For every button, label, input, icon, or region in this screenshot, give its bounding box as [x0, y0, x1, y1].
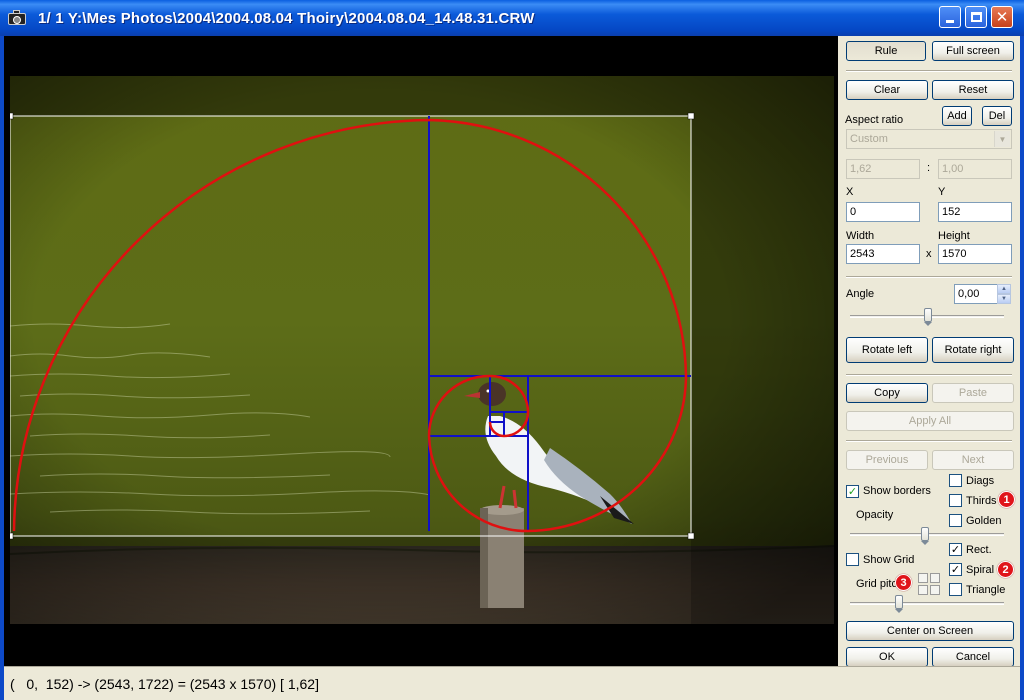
golden-checkbox[interactable] [949, 514, 962, 527]
times-separator: x [926, 248, 932, 260]
golden-label: Golden [966, 515, 1002, 527]
chevron-down-icon: ▼ [994, 131, 1010, 147]
y-field[interactable] [938, 202, 1012, 222]
cancel-button[interactable]: Cancel [932, 647, 1014, 667]
close-button[interactable]: ✕ [991, 6, 1013, 28]
diags-checkbox[interactable] [949, 474, 962, 487]
close-icon: ✕ [995, 7, 1009, 26]
full-screen-button[interactable]: Full screen [932, 41, 1014, 61]
rect-label: Rect. [966, 544, 992, 556]
separator [846, 276, 1012, 278]
photo-canvas[interactable] [10, 76, 834, 624]
crop-settings-panel: Rule Full screen Clear Reset Aspect rati… [838, 36, 1020, 667]
ratio-separator: : [927, 162, 931, 174]
paste-button[interactable]: Paste [932, 383, 1014, 403]
angle-spinner[interactable]: ▲ ▼ [997, 284, 1011, 304]
angle-field[interactable] [954, 284, 998, 304]
separator [846, 440, 1012, 442]
window-frame-right [1020, 36, 1024, 700]
spiral-label: Spiral [966, 564, 995, 576]
show-grid-checkbox[interactable] [846, 553, 859, 566]
show-grid-label: Show Grid [863, 554, 915, 566]
center-on-screen-button[interactable]: Center on Screen [846, 621, 1014, 641]
maximize-button[interactable] [965, 6, 987, 28]
grid-pitch-slider-track[interactable] [850, 602, 1004, 605]
grid-pattern-icon[interactable] [918, 573, 942, 597]
callout-badge-2: 2 [997, 561, 1014, 578]
camera-icon [8, 10, 26, 26]
thirds-label: Thirds [966, 495, 997, 507]
minimize-button[interactable] [939, 6, 961, 28]
separator [846, 70, 1012, 72]
ratio-x-field[interactable] [846, 159, 920, 179]
opacity-label: Opacity [856, 509, 894, 521]
rotate-left-button[interactable]: Rotate left [846, 337, 928, 363]
minimize-icon [946, 20, 954, 23]
vignette [10, 76, 834, 624]
grid-pitch-slider-thumb[interactable] [895, 595, 903, 613]
copy-button[interactable]: Copy [846, 383, 928, 403]
x-field[interactable] [846, 202, 920, 222]
aspect-ratio-value: Custom [850, 133, 888, 145]
del-aspect-button[interactable]: Del [982, 106, 1012, 126]
apply-all-button[interactable]: Apply All [846, 411, 1014, 431]
angle-label: Angle [846, 288, 875, 300]
width-field[interactable] [846, 244, 920, 264]
y-label: Y [938, 186, 946, 198]
triangle-checkbox[interactable] [949, 583, 962, 596]
show-borders-checkbox[interactable]: ✓ [846, 485, 859, 498]
callout-badge-1: 1 [998, 491, 1015, 508]
aspect-ratio-label: Aspect ratio [845, 114, 904, 126]
maximize-icon [970, 12, 982, 22]
title-bar: 1/ 1 Y:\Mes Photos\2004\2004.08.04 Thoir… [0, 0, 1024, 36]
window-title: 1/ 1 Y:\Mes Photos\2004\2004.08.04 Thoir… [38, 9, 535, 27]
aspect-ratio-select[interactable]: Custom ▼ [846, 129, 1012, 149]
spiral-checkbox[interactable]: ✓ [949, 563, 962, 576]
x-label: X [846, 186, 854, 198]
width-label: Width [846, 230, 875, 242]
diags-label: Diags [966, 475, 995, 487]
separator [846, 374, 1012, 376]
callout-badge-3: 3 [895, 574, 912, 591]
status-bar: ( 0, 152) -> (2543, 1722) = (2543 x 1570… [4, 666, 1020, 700]
rect-checkbox[interactable]: ✓ [949, 543, 962, 556]
height-label: Height [938, 230, 970, 242]
opacity-slider-thumb[interactable] [921, 527, 929, 545]
rule-button[interactable]: Rule [846, 41, 926, 61]
clear-button[interactable]: Clear [846, 80, 928, 100]
show-borders-label: Show borders [863, 485, 931, 497]
ratio-y-field[interactable] [938, 159, 1012, 179]
image-viewer[interactable] [4, 36, 838, 666]
ok-button[interactable]: OK [846, 647, 928, 667]
previous-button[interactable]: Previous [846, 450, 928, 470]
next-button[interactable]: Next [932, 450, 1014, 470]
add-aspect-button[interactable]: Add [942, 106, 972, 126]
thirds-checkbox[interactable] [949, 494, 962, 507]
spin-down-icon[interactable]: ▼ [997, 294, 1011, 304]
spin-up-icon[interactable]: ▲ [997, 284, 1011, 294]
height-field[interactable] [938, 244, 1012, 264]
angle-slider-thumb[interactable] [924, 308, 932, 326]
reset-button[interactable]: Reset [932, 80, 1014, 100]
crop-coordinates-text: ( 0, 152) -> (2543, 1722) = (2543 x 1570… [10, 676, 319, 692]
rotate-right-button[interactable]: Rotate right [932, 337, 1014, 363]
triangle-label: Triangle [966, 584, 1006, 596]
